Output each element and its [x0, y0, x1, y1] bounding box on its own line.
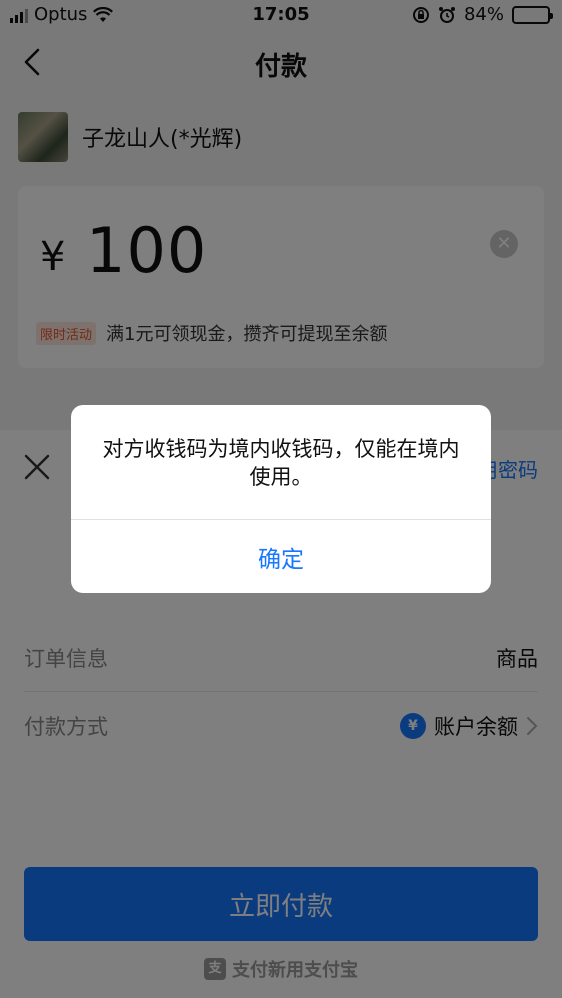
confirm-button[interactable]: 确定 — [71, 520, 491, 593]
alert-dialog: 对方收钱码为境内收钱码，仅能在境内使用。 确定 — [71, 405, 491, 593]
dialog-message: 对方收钱码为境内收钱码，仅能在境内使用。 — [102, 437, 460, 489]
